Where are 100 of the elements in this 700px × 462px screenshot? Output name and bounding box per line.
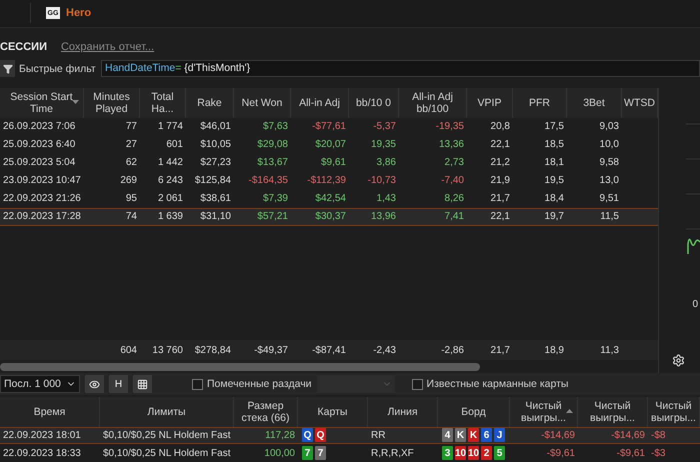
playing-card: 10 bbox=[455, 446, 466, 460]
grid-icon bbox=[137, 378, 148, 390]
hand-row[interactable]: 22.09.2023 18:33 $0,10/$0,25 NL Holdem Fast 100,00 7 7 R,R,R,XF 3 10 10 2 5 -$9,61 -$9,61 -$3 bbox=[0, 444, 700, 462]
playing-card: Q bbox=[302, 428, 313, 442]
table-cell-text: 6 243 bbox=[156, 175, 184, 186]
playing-card: 7 bbox=[315, 446, 326, 460]
column-header[interactable]: Minutes Played bbox=[84, 88, 140, 118]
table-cell-text: $13,67 bbox=[256, 157, 289, 168]
filter-field[interactable]: HandDateTime= {d'ThisMonth'} bbox=[101, 60, 700, 78]
table-cell-text: 22.09.2023 18:33 bbox=[2, 448, 82, 459]
table-cell-text: $0,10/$0,25 NL Holdem Fast bbox=[102, 448, 232, 459]
hand-button[interactable]: H bbox=[109, 375, 128, 394]
table-cell-text: $30,37 bbox=[314, 211, 347, 222]
column-header[interactable]: 3Bet bbox=[567, 88, 622, 118]
playing-card: 10 bbox=[468, 446, 479, 460]
table-cell-text: $7,63 bbox=[262, 121, 289, 132]
sort-arrow-icon bbox=[72, 100, 79, 104]
table-cell-text: 22,1 bbox=[490, 139, 511, 150]
table-cell-text: 13,36 bbox=[438, 139, 465, 150]
range-select[interactable]: Посл. 1 000 bbox=[0, 375, 80, 394]
table-cell-text: R,R,R,XF bbox=[370, 448, 415, 459]
table-cell-text: -$112,39 bbox=[306, 175, 347, 186]
table-cell-text: 22.09.2023 17:28 bbox=[2, 211, 82, 222]
table-cell-text: -7,40 bbox=[440, 175, 465, 186]
session-row[interactable]: 25.09.2023 5:04 62 1 442 $27,23 $13,67 $9,61 3,86 2,73 21,2 18,1 9,58 bbox=[0, 154, 658, 172]
table-cell-text: 18,4 bbox=[544, 193, 565, 204]
column-header[interactable]: WTSD bbox=[622, 88, 658, 118]
table-cell-text: 18,1 bbox=[544, 157, 565, 168]
hand-row[interactable]: 22.09.2023 18:01 $0,10/$0,25 NL Holdem Fast 117,28 Q Q RR 4 K K 6 J -$14,69 -$14,69 -$8 bbox=[0, 426, 700, 444]
section-title: СЕССИИ bbox=[0, 41, 47, 54]
table-cell-text: 20,8 bbox=[490, 121, 511, 132]
known-cards-checkbox[interactable]: Известные карманные карты bbox=[412, 378, 568, 390]
table-cell-text: -$164,35 bbox=[248, 175, 289, 186]
table-cell-text: -$14,69 bbox=[610, 430, 646, 441]
playing-card: J bbox=[494, 428, 505, 442]
table-cell-text: 10,0 bbox=[598, 139, 620, 150]
table-cell-text: 13,0 bbox=[598, 175, 620, 186]
table-cell-text: RR bbox=[370, 430, 386, 441]
scrollbar-thumb[interactable] bbox=[0, 363, 480, 372]
table-cell-text: 1 442 bbox=[156, 157, 184, 168]
total-cell-text: -$87,41 bbox=[311, 344, 347, 356]
column-header[interactable]: Net Won bbox=[234, 88, 291, 118]
table-cell-text: $0,10/$0,25 NL Holdem Fast bbox=[102, 430, 232, 441]
table-cell-text: 22.09.2023 21:26 bbox=[2, 193, 82, 204]
table-cell-text: 22.09.2023 18:01 bbox=[2, 430, 82, 441]
filter-icon[interactable] bbox=[0, 60, 15, 78]
settings-icon[interactable] bbox=[672, 354, 685, 368]
player-name: Hero bbox=[66, 7, 92, 20]
table-cell-text: 77 bbox=[124, 121, 138, 132]
table-cell-text: 8,26 bbox=[444, 193, 465, 204]
column-header[interactable]: All-in Adj bb/100 bbox=[399, 88, 467, 118]
column-header[interactable]: All-in Adj bbox=[291, 88, 349, 118]
session-row[interactable]: 25.09.2023 6:40 27 601 $10,05 $29,08 $20,07 19,35 13,36 22,1 18,5 10,0 bbox=[0, 136, 658, 154]
table-cell-text: -$9,61 bbox=[546, 448, 576, 459]
column-header[interactable]: Rake bbox=[186, 88, 234, 118]
table-cell-text: 26.09.2023 7:06 bbox=[2, 121, 76, 132]
column-header[interactable]: bb/10 0 bbox=[349, 88, 399, 118]
marked-hands-checkbox[interactable]: Помеченные раздачи bbox=[192, 378, 312, 390]
table-cell-text: 21,2 bbox=[490, 157, 511, 168]
table-cell-text: $38,61 bbox=[199, 193, 232, 204]
table-cell-text: 601 bbox=[165, 139, 184, 150]
table-cell-text: 21,7 bbox=[490, 193, 511, 204]
table-cell-text: -19,35 bbox=[434, 121, 465, 132]
table-cell-text: 95 bbox=[124, 193, 138, 204]
axis-value: 0 bbox=[692, 298, 698, 310]
table-cell-text: -5,37 bbox=[372, 121, 397, 132]
session-row[interactable]: 23.09.2023 10:47 269 6 243 $125,84 -$164,35 -$112,39 -10,73 -7,40 21,9 19,5 13,0 bbox=[0, 172, 658, 190]
session-row[interactable]: 26.09.2023 7:06 77 1 774 $46,01 $7,63 -$77,61 -5,37 -19,35 20,8 17,5 9,03 bbox=[0, 118, 658, 136]
sort-arrow-icon bbox=[566, 408, 573, 413]
playing-card: 5 bbox=[494, 446, 505, 460]
playing-card: K bbox=[455, 428, 466, 442]
table-cell-text: $125,84 bbox=[194, 175, 232, 186]
table-cell-text: -$77,61 bbox=[311, 121, 347, 132]
table-cell-text: 1,43 bbox=[376, 193, 397, 204]
session-row[interactable]: 22.09.2023 21:26 95 2 061 $38,61 $7,39 $42,54 1,43 8,26 21,7 18,4 9,51 bbox=[0, 190, 658, 208]
table-cell-text: 9,51 bbox=[598, 193, 620, 204]
column-header[interactable]: VPIP bbox=[467, 88, 513, 118]
table-cell-text: 25.09.2023 5:04 bbox=[2, 157, 76, 168]
total-cell-text: 21,7 bbox=[490, 344, 511, 356]
session-row[interactable]: 22.09.2023 17:28 74 1 639 $31,10 $57,21 $30,37 13,96 7,41 22,1 19,7 11,5 bbox=[0, 208, 658, 226]
column-header[interactable]: PFR bbox=[513, 88, 567, 118]
table-cell-text: 21,9 bbox=[490, 175, 511, 186]
table-cell-text: 19,7 bbox=[544, 211, 565, 222]
playing-card: K bbox=[468, 428, 479, 442]
table-cell-text: 74 bbox=[124, 211, 138, 222]
table-cell-text: $10,05 bbox=[199, 139, 232, 150]
replay-button[interactable] bbox=[85, 375, 104, 394]
grid-view-button[interactable] bbox=[133, 375, 152, 394]
total-cell-text: -2,86 bbox=[440, 344, 465, 356]
table-cell-text: $31,10 bbox=[199, 211, 232, 222]
column-header[interactable]: Total Ha... bbox=[140, 88, 186, 118]
table-cell-text: -$14,69 bbox=[540, 430, 576, 441]
table-cell-text: $42,54 bbox=[314, 193, 347, 204]
total-cell-text: -$49,37 bbox=[253, 344, 289, 356]
table-cell-text: 23.09.2023 10:47 bbox=[2, 175, 82, 186]
save-report-link[interactable]: Сохранить отчет... bbox=[60, 41, 154, 54]
column-header[interactable]: Session Start Time bbox=[0, 88, 84, 118]
table-cell-text: -$9,61 bbox=[616, 448, 646, 459]
table-cell-text: 269 bbox=[119, 175, 138, 186]
table-cell-text: 62 bbox=[124, 157, 138, 168]
